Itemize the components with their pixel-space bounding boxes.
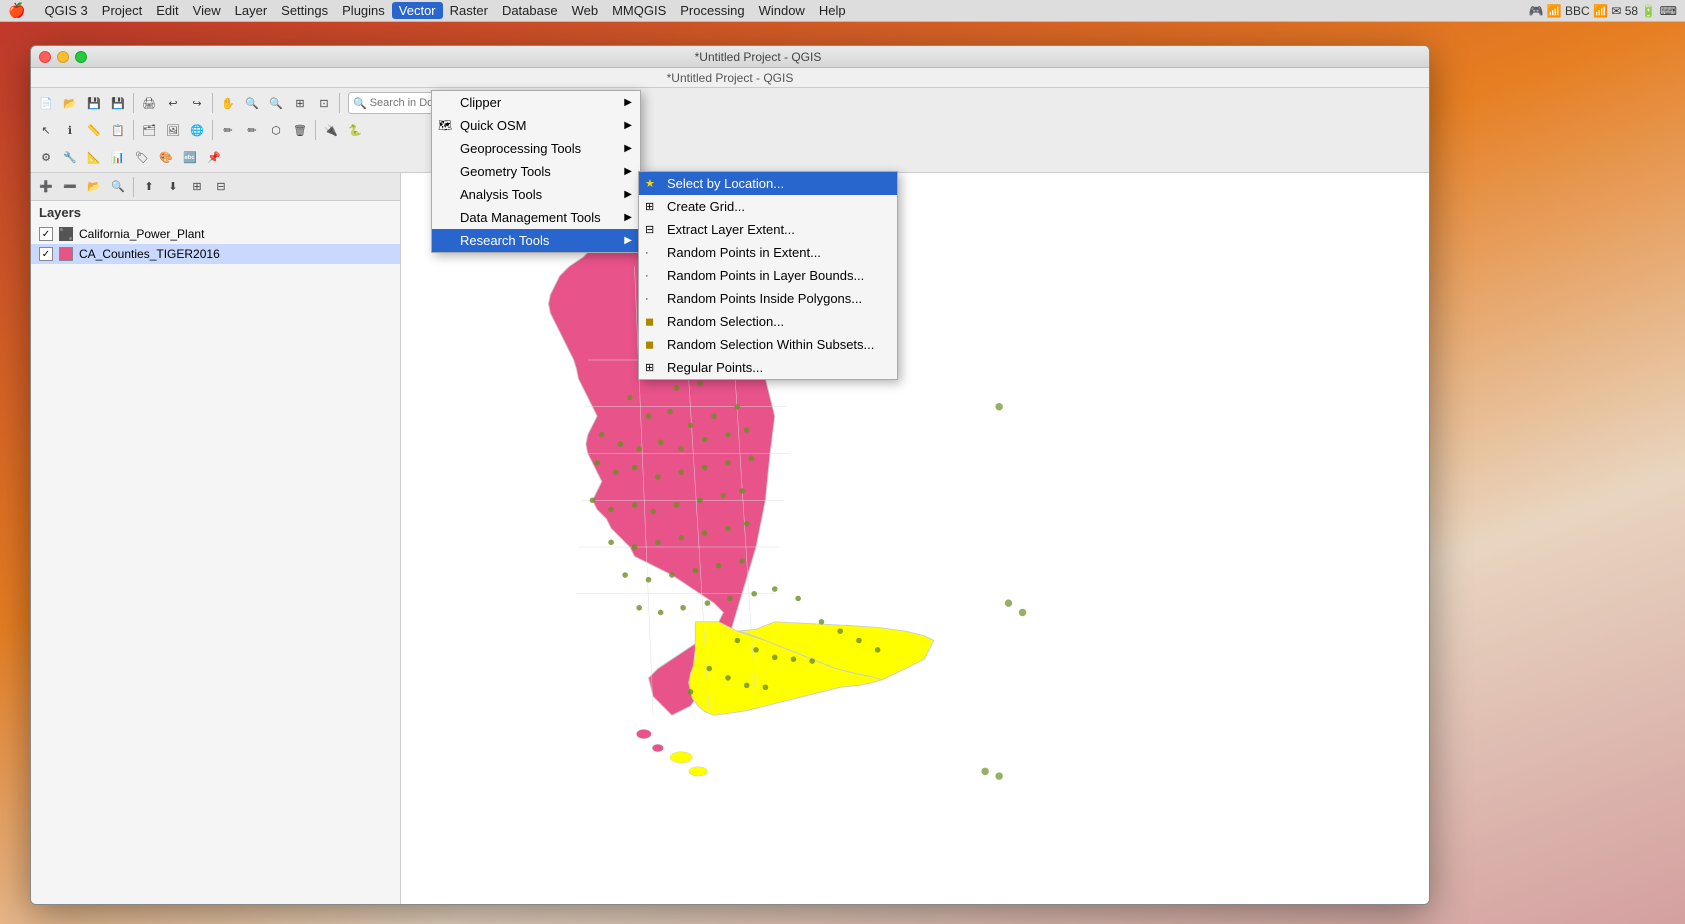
save-as-btn[interactable]: 💾 xyxy=(107,92,129,114)
layer-name-0: California_Power_Plant xyxy=(79,227,204,241)
select-btn[interactable]: ↖ xyxy=(35,119,57,141)
minimize-button[interactable] xyxy=(57,51,69,63)
mac-menu-window[interactable]: Window xyxy=(752,2,812,19)
attr-table-btn[interactable]: 📋 xyxy=(107,119,129,141)
search-icon: 🔍 xyxy=(353,97,367,110)
maximize-button[interactable] xyxy=(75,51,87,63)
mac-menu-layer[interactable]: Layer xyxy=(228,2,275,19)
mac-status-icons: 🎮 📶 BBC 📶 ✉ 58 🔋 ⌨ xyxy=(1529,4,1678,18)
mac-menu-qgis[interactable]: QGIS 3 xyxy=(37,2,94,19)
tb3-btn6[interactable]: 🎨 xyxy=(155,146,177,168)
mac-menu-edit[interactable]: Edit xyxy=(149,2,185,19)
layers-move-up-btn[interactable]: ⬆ xyxy=(138,176,160,198)
sep3 xyxy=(339,93,340,113)
window-title: *Untitled Project - QGIS xyxy=(95,50,1421,64)
save-project-btn[interactable]: 💾 xyxy=(83,92,105,114)
layers-move-down-btn[interactable]: ⬇ xyxy=(162,176,184,198)
layer-checkbox-0[interactable]: ✓ xyxy=(39,227,53,241)
sep2 xyxy=(212,93,213,113)
layer-name-1: CA_Counties_TIGER2016 xyxy=(79,247,220,261)
layer-checkbox-1[interactable]: ✓ xyxy=(39,247,53,261)
mac-menubar: 🍎 QGIS 3 Project Edit View Layer Setting… xyxy=(0,0,1685,22)
print-btn[interactable]: 🖨 xyxy=(138,92,160,114)
search-bar: 🔍 xyxy=(348,92,528,114)
toolbar-row-1: 📄 📂 💾 💾 🖨 ↩ ↪ ✋ 🔍 🔍 ⊞ ⊡ 🔍 100% ↖ ℹ 📏 xyxy=(31,88,1429,173)
tb3-btn2[interactable]: 🔧 xyxy=(59,146,81,168)
left-panel: ➕ ➖ 📂 🔍 ⬆ ⬇ ⊞ ⊟ Layers ✓ California_ xyxy=(31,173,401,905)
main-layout: ➕ ➖ 📂 🔍 ⬆ ⬇ ⊞ ⊟ Layers ✓ California_ xyxy=(31,173,1429,905)
mac-menu-database[interactable]: Database xyxy=(495,2,565,19)
tb3-btn3[interactable]: 📐 xyxy=(83,146,105,168)
add-vector-btn[interactable]: 🗂 xyxy=(138,119,160,141)
layers-panel-toolbar: ➕ ➖ 📂 🔍 ⬆ ⬇ ⊞ ⊟ xyxy=(31,173,400,201)
search-input[interactable] xyxy=(370,97,523,109)
layers-add-btn[interactable]: ➕ xyxy=(35,176,57,198)
identify-btn[interactable]: ℹ xyxy=(59,119,81,141)
apple-icon[interactable]: 🍎 xyxy=(8,2,25,19)
layer-list: ✓ California_Power_Plant ✓ CA_Counties_T… xyxy=(31,224,400,905)
close-button[interactable] xyxy=(39,51,51,63)
mac-menu-processing[interactable]: Processing xyxy=(673,2,751,19)
digitize-btn[interactable]: ✏ xyxy=(241,119,263,141)
window-controls xyxy=(39,51,87,63)
layers-filter-btn[interactable]: 🔍 xyxy=(107,176,129,198)
delete-btn[interactable]: 🗑 xyxy=(289,119,311,141)
zoom-select-btn[interactable]: ⊡ xyxy=(313,92,335,114)
tb3-btn8[interactable]: 📌 xyxy=(203,146,225,168)
layer-item-counties[interactable]: ✓ CA_Counties_TIGER2016 xyxy=(31,244,400,264)
layer-icon-poly xyxy=(59,247,73,261)
mac-menu-web[interactable]: Web xyxy=(565,2,606,19)
zoom-full-btn[interactable]: ⊞ xyxy=(289,92,311,114)
plugin-btn[interactable]: 🔌 xyxy=(320,119,342,141)
add-raster-btn[interactable]: 🖼 xyxy=(162,119,184,141)
subtitle-bar: *Untitled Project - QGIS xyxy=(31,68,1429,88)
tb3-btn4[interactable]: 📊 xyxy=(107,146,129,168)
zoom-100-btn[interactable]: 100% xyxy=(530,92,570,114)
mac-menu-plugins[interactable]: Plugins xyxy=(335,2,392,19)
layers-panel-title: Layers xyxy=(31,201,400,224)
sep1 xyxy=(133,93,134,113)
measure-btn[interactable]: 📏 xyxy=(83,119,105,141)
window-titlebar: *Untitled Project - QGIS xyxy=(31,46,1429,68)
zoom-in-btn[interactable]: 🔍 xyxy=(241,92,263,114)
map-svg xyxy=(401,173,1429,905)
layers-sep xyxy=(133,177,134,197)
mac-menu-settings[interactable]: Settings xyxy=(274,2,335,19)
layers-expand-btn[interactable]: ⊞ xyxy=(186,176,208,198)
open-project-btn[interactable]: 📂 xyxy=(59,92,81,114)
sep4 xyxy=(133,120,134,140)
layers-open-btn[interactable]: 📂 xyxy=(83,176,105,198)
tb3-btn7[interactable]: 🔤 xyxy=(179,146,201,168)
sep5 xyxy=(212,120,213,140)
node-btn[interactable]: ⬡ xyxy=(265,119,287,141)
mac-menu-help[interactable]: Help xyxy=(812,2,853,19)
mac-menu-vector[interactable]: Vector xyxy=(392,2,443,19)
mac-right-items: 🎮 📶 BBC 📶 ✉ 58 🔋 ⌨ xyxy=(1529,4,1678,18)
pan-btn[interactable]: ✋ xyxy=(217,92,239,114)
tb3-btn5[interactable]: 🏷 xyxy=(131,146,153,168)
layers-collapse-btn[interactable]: ⊟ xyxy=(210,176,232,198)
map-area[interactable] xyxy=(401,173,1429,905)
tb3-btn1[interactable]: ⚙ xyxy=(35,146,57,168)
edit-btn[interactable]: ✏ xyxy=(217,119,239,141)
layers-remove-btn[interactable]: ➖ xyxy=(59,176,81,198)
add-wms-btn[interactable]: 🌐 xyxy=(186,119,208,141)
python-btn[interactable]: 🐍 xyxy=(344,119,366,141)
new-project-btn[interactable]: 📄 xyxy=(35,92,57,114)
undo-btn[interactable]: ↩ xyxy=(162,92,184,114)
mac-menu-view[interactable]: View xyxy=(186,2,228,19)
mac-menu-raster[interactable]: Raster xyxy=(443,2,495,19)
redo-btn[interactable]: ↪ xyxy=(186,92,208,114)
sep6 xyxy=(315,120,316,140)
mac-menu-project[interactable]: Project xyxy=(95,2,149,19)
subtitle-text: *Untitled Project - QGIS xyxy=(667,71,794,85)
qgis-window: *Untitled Project - QGIS *Untitled Proje… xyxy=(30,45,1430,905)
mac-menu-mmqgis[interactable]: MMQGIS xyxy=(605,2,673,19)
layer-item-power-plant[interactable]: ✓ California_Power_Plant xyxy=(31,224,400,244)
layer-icon-point xyxy=(59,227,73,241)
zoom-out-btn[interactable]: 🔍 xyxy=(265,92,287,114)
